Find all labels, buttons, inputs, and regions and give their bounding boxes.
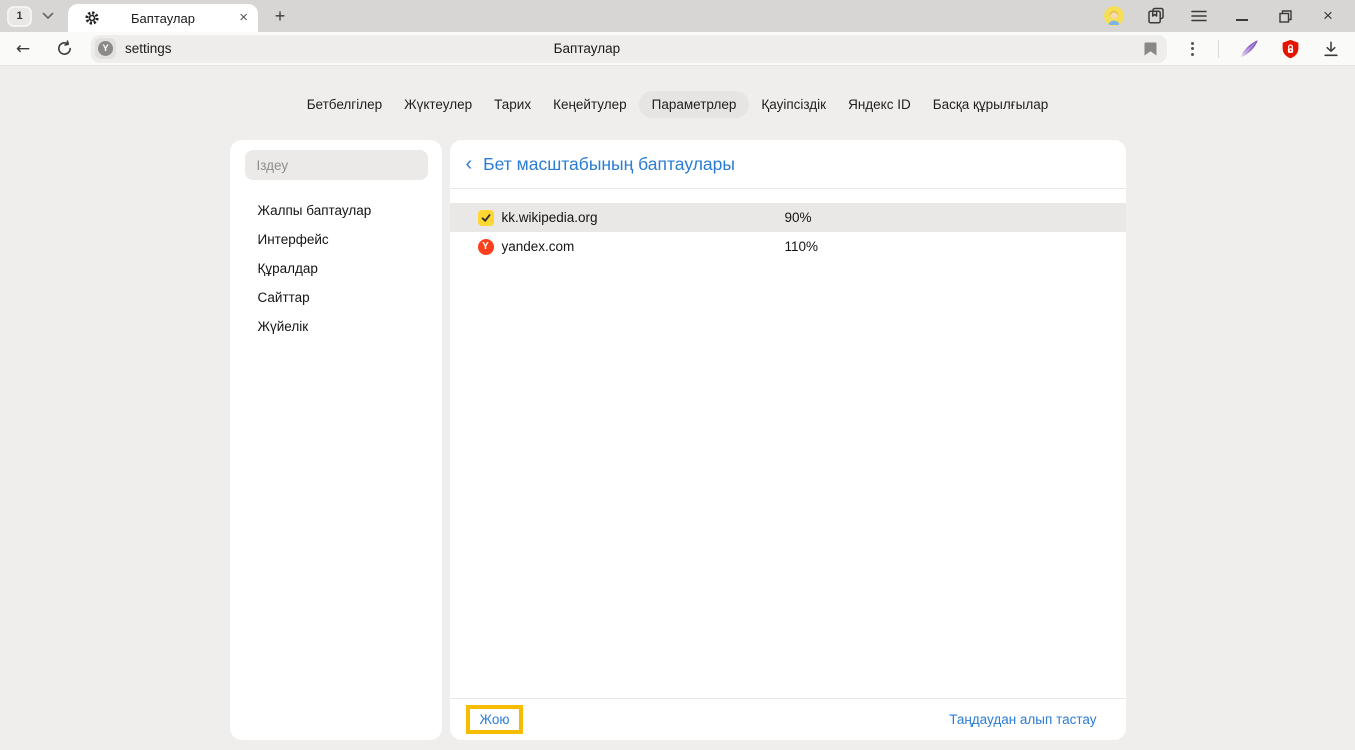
- sidebar-item-system[interactable]: Жүйелік: [245, 312, 428, 341]
- bookmark-flag-icon[interactable]: [1143, 40, 1158, 60]
- tab-counter-button[interactable]: 1: [7, 6, 32, 27]
- list-item-wikipedia[interactable]: kk.wikipedia.org 90%: [450, 203, 1126, 232]
- browser-tab-settings[interactable]: Баптаулар ×: [68, 4, 258, 32]
- window-restore-button[interactable]: [1274, 5, 1296, 27]
- tab-bookmarks[interactable]: Бетбелгілер: [297, 91, 392, 118]
- tab-history[interactable]: Тарих: [484, 91, 541, 118]
- page-title: Бет масштабының баптаулары: [483, 154, 735, 175]
- settings-page: Бетбелгілер Жүктеулер Тарих Кеңейтулер П…: [0, 66, 1355, 750]
- site-name: yandex.com: [502, 239, 785, 254]
- zoom-value: 90%: [785, 210, 812, 225]
- sidebar-item-tools[interactable]: Құралдар: [245, 254, 428, 283]
- browser-toolbar: ← Y settings Баптаулар: [0, 32, 1355, 66]
- yandex-favicon-icon: Y: [478, 239, 494, 255]
- list-item-yandex[interactable]: Y yandex.com 110%: [450, 232, 1126, 261]
- feather-extension-icon[interactable]: [1238, 38, 1260, 60]
- protect-shield-icon[interactable]: [1279, 38, 1301, 60]
- delete-button[interactable]: Жою: [466, 705, 524, 734]
- tab-settings[interactable]: Параметрлер: [639, 91, 750, 118]
- reload-button[interactable]: [52, 37, 76, 61]
- site-name: kk.wikipedia.org: [502, 210, 785, 225]
- downloads-icon[interactable]: [1320, 38, 1342, 60]
- url-text: settings: [125, 41, 172, 56]
- deselect-link[interactable]: Таңдаудан алып тастау: [949, 712, 1096, 727]
- toolbar-divider: [1218, 40, 1219, 58]
- gear-icon: [84, 10, 100, 29]
- omnibox-page-title: Баптаулар: [554, 41, 620, 56]
- tab-yandex-id[interactable]: Яндекс ID: [838, 91, 921, 118]
- tab-strip: 1 Баптаулар × +: [0, 0, 1355, 32]
- checkbox-checked-icon[interactable]: [478, 210, 494, 226]
- zoom-sites-list: kk.wikipedia.org 90% Y yandex.com 110%: [450, 203, 1126, 261]
- content-header: ‹ Бет масштабының баптаулары: [450, 140, 1126, 189]
- window-minimize-button[interactable]: [1231, 5, 1253, 27]
- new-tab-button[interactable]: +: [268, 4, 292, 28]
- menu-hamburger-icon[interactable]: [1188, 5, 1210, 27]
- back-button[interactable]: ←: [11, 37, 35, 61]
- yandex-y-icon: Y: [98, 41, 113, 56]
- zoom-settings-panel: ‹ Бет масштабының баптаулары kk.wikipedi…: [450, 140, 1126, 740]
- tab-extensions[interactable]: Кеңейтулер: [543, 91, 637, 118]
- tab-downloads[interactable]: Жүктеулер: [394, 91, 482, 118]
- site-badge[interactable]: Y: [95, 38, 116, 59]
- toolbar-kebab-menu-icon[interactable]: [1185, 42, 1199, 56]
- panels-container: Жалпы баптаулар Интерфейс Құралдар Сайтт…: [230, 140, 1126, 740]
- tabs-chevron-down-icon[interactable]: [37, 12, 59, 20]
- search-input[interactable]: [245, 150, 428, 180]
- window-close-button[interactable]: ×: [1317, 5, 1339, 27]
- content-footer: Жою Таңдаудан алып тастау: [450, 698, 1126, 740]
- address-bar[interactable]: Y settings Баптаулар: [91, 35, 1167, 63]
- zoom-value: 110%: [785, 239, 819, 254]
- profile-avatar[interactable]: [1104, 6, 1124, 26]
- settings-sidebar: Жалпы баптаулар Интерфейс Құралдар Сайтт…: [230, 140, 442, 740]
- tab-security[interactable]: Қауіпсіздік: [751, 91, 836, 118]
- sidebar-item-sites[interactable]: Сайттар: [245, 283, 428, 312]
- content-spacer: [450, 261, 1126, 698]
- tab-other-devices[interactable]: Басқа құрылғылар: [923, 91, 1059, 118]
- tab-close-icon[interactable]: ×: [239, 8, 248, 28]
- tab-panels-icon[interactable]: [1145, 5, 1167, 27]
- settings-nav-tabs: Бетбелгілер Жүктеулер Тарих Кеңейтулер П…: [0, 66, 1355, 118]
- sidebar-item-general[interactable]: Жалпы баптаулар: [245, 196, 428, 225]
- sidebar-item-interface[interactable]: Интерфейс: [245, 225, 428, 254]
- back-chevron-icon[interactable]: ‹: [464, 154, 475, 174]
